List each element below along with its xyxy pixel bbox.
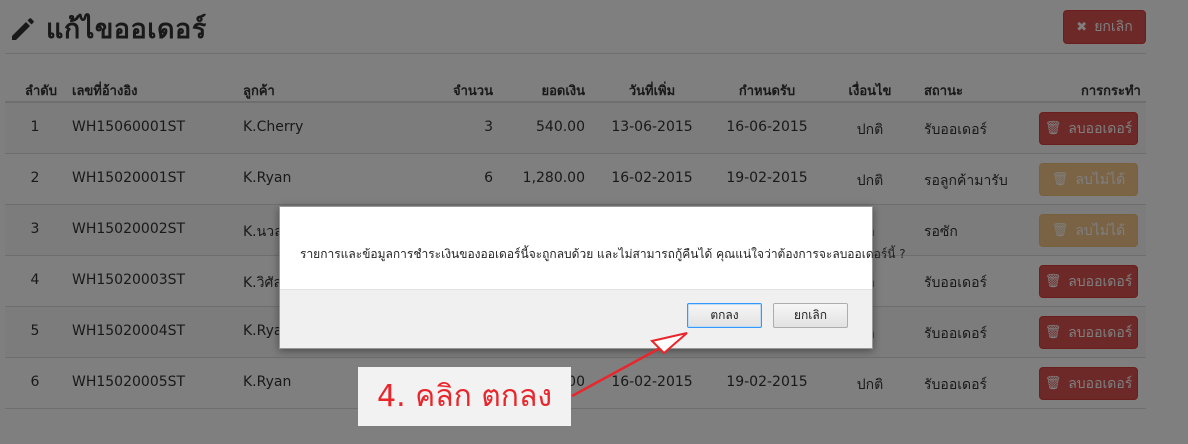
dialog-footer: ตกลง ยกเลิก — [280, 289, 872, 348]
annotation-callout: 4. คลิก ตกลง — [358, 367, 571, 426]
dialog-message: รายการและข้อมูลการชำระเงินของออเดอร์นี้จ… — [300, 247, 906, 261]
confirm-dialog: รายการและข้อมูลการชำระเงินของออเดอร์นี้จ… — [279, 206, 906, 349]
dialog-cancel-button[interactable]: ยกเลิก — [773, 303, 848, 328]
order-edit-page: แก้ไขออเดอร์ ✖ ยกเลิก ลำดับ เลขที่อ้างอิ… — [0, 0, 1188, 444]
annotation-text: 4. คลิก ตกลง — [377, 379, 552, 414]
ok-button[interactable]: ตกลง — [687, 303, 762, 328]
